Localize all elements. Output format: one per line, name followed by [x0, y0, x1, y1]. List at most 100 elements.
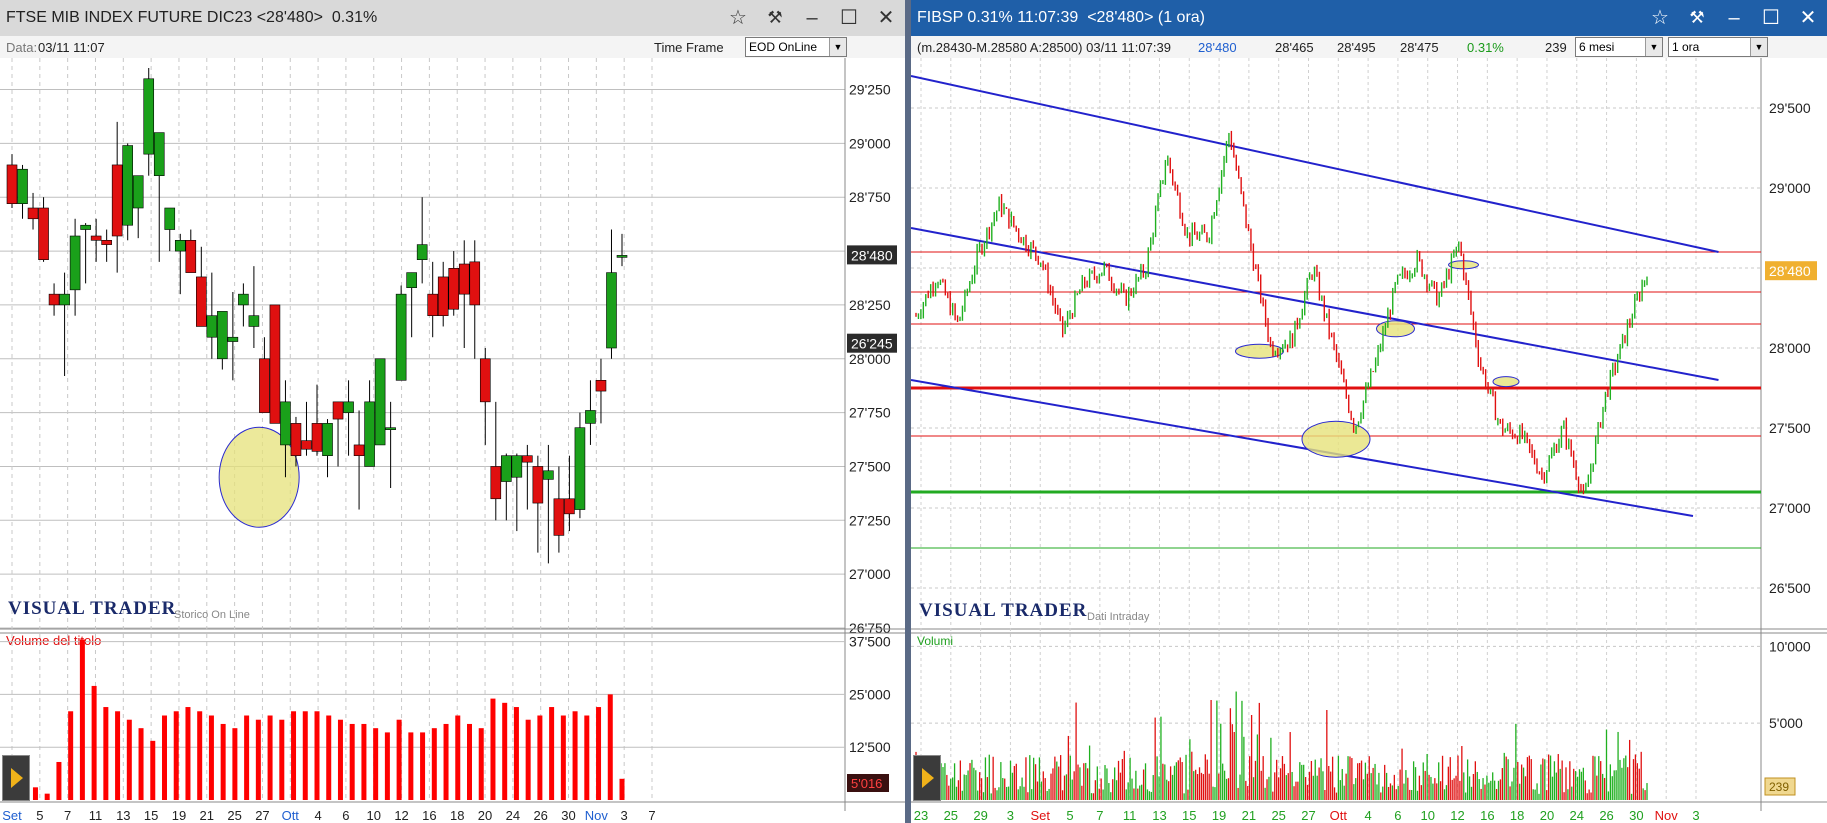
volume-bar — [232, 728, 238, 800]
volume-bar — [56, 761, 62, 800]
brand-logo: VISUAL TRADER — [8, 598, 176, 619]
chevron-down-icon[interactable]: ▼ — [829, 38, 846, 56]
candle-body — [227, 336, 239, 342]
candle-body — [217, 311, 228, 360]
highlight-ellipse — [1301, 420, 1371, 458]
candle-body — [458, 263, 470, 295]
candle-body — [585, 410, 596, 424]
volume-bar — [361, 723, 367, 800]
time-tick-label: Nov — [1655, 808, 1679, 823]
price-tick-label: 27'250 — [849, 512, 891, 528]
time-tick-label: 6 — [1394, 808, 1401, 823]
price-tick-label: 27'000 — [1769, 500, 1811, 516]
last-price-tag: 28'480 — [1769, 263, 1811, 279]
hammer-icon[interactable]: ⚒ — [1685, 6, 1709, 30]
quote-change: 0.31% — [1467, 40, 1504, 55]
timeframe-select[interactable]: EOD OnLine ▼ — [745, 37, 847, 57]
candle-body — [427, 293, 438, 316]
time-tick-label: 21 — [1242, 808, 1256, 823]
interval-value: 1 ora — [1672, 40, 1700, 54]
volume-bar — [572, 711, 578, 800]
volume-bar — [91, 685, 97, 800]
volume-bar — [68, 711, 74, 800]
close-icon[interactable]: ✕ — [874, 6, 898, 30]
right-titlebar[interactable]: FIBSP 0.31% 11:07:39 <28'480> (1 ora) ☆ … — [911, 0, 1827, 36]
candle-body — [132, 175, 144, 209]
brand-logo: VISUAL TRADER — [919, 600, 1087, 621]
time-tick-label: 24 — [1570, 808, 1584, 823]
price-tick-label: 28'250 — [849, 297, 891, 313]
time-tick-label: 7 — [648, 808, 655, 823]
time-tick-label: 3 — [1007, 808, 1014, 823]
minimize-icon[interactable]: ‒ — [1722, 6, 1746, 30]
time-tick-label: 20 — [1540, 808, 1554, 823]
maximize-icon[interactable]: ☐ — [1759, 6, 1783, 30]
chevron-down-icon[interactable]: ▼ — [1750, 38, 1767, 56]
volume-bar — [291, 711, 297, 800]
time-tick-label: 7 — [64, 808, 71, 823]
candle-body — [69, 235, 81, 291]
minimize-icon[interactable]: ‒ — [800, 6, 824, 30]
time-tick-label: Set — [1030, 808, 1050, 823]
volume-bar — [619, 778, 625, 800]
right-window-title: FIBSP 0.31% 11:07:39 <28'480> (1 ora) — [917, 9, 1205, 26]
candle-body — [322, 423, 333, 456]
left-titlebar[interactable]: FTSE MIB INDEX FUTURE DIC23 <28'480> 0.3… — [0, 0, 905, 36]
candle-body — [80, 224, 91, 230]
candle-body — [248, 315, 260, 327]
right-play-arrow-button[interactable] — [913, 755, 941, 801]
candle-body — [416, 244, 428, 260]
volume-tick-label: 5'000 — [1769, 715, 1803, 731]
left-play-arrow-button[interactable] — [2, 755, 30, 801]
volume-bar — [420, 732, 426, 800]
volume-bar — [150, 740, 156, 800]
right-price-chart[interactable]: 29'50029'00028'50028'00027'50027'00026'5… — [911, 58, 1827, 823]
close-icon[interactable]: ✕ — [1796, 6, 1820, 30]
time-tick-label: 27 — [1301, 808, 1315, 823]
time-tick-label: 25 — [227, 808, 241, 823]
candle-body — [301, 440, 312, 450]
volume-bar — [525, 719, 531, 800]
volume-bar — [384, 732, 390, 800]
quote-high: 28'495 — [1337, 40, 1376, 55]
time-tick-label: Ott — [1330, 808, 1348, 823]
candle-body — [196, 276, 207, 327]
chevron-down-icon[interactable]: ▼ — [1645, 38, 1662, 56]
time-tick-label: 4 — [1364, 808, 1371, 823]
candle-body — [448, 268, 460, 310]
candle-body — [311, 423, 323, 452]
volume-tick-label: 37'500 — [849, 634, 891, 650]
candle-body — [238, 293, 249, 306]
star-icon[interactable]: ☆ — [726, 6, 750, 30]
maximize-icon[interactable]: ☐ — [837, 6, 861, 30]
volume-bar — [537, 715, 543, 800]
candle-body — [90, 235, 102, 241]
volume-bar — [490, 698, 496, 800]
candle-body — [437, 276, 449, 316]
candle-body — [353, 444, 365, 456]
price-tick-label: 28'750 — [849, 189, 891, 205]
volume-bar — [584, 715, 590, 800]
volume-bar — [560, 715, 566, 800]
time-tick-label: 6 — [342, 808, 349, 823]
star-icon[interactable]: ☆ — [1648, 6, 1672, 30]
volume-bar — [607, 694, 613, 800]
interval-select[interactable]: 1 ora ▼ — [1668, 37, 1768, 57]
price-tick-label: 29'000 — [849, 135, 891, 151]
right-infobar: (m.28430-M.28580 A:28500) 03/11 11:07:39… — [911, 36, 1827, 59]
candle-body — [395, 293, 407, 381]
candle-body — [564, 498, 575, 515]
volume-bar — [185, 707, 191, 800]
time-tick-label: 3 — [621, 808, 628, 823]
candle-body — [38, 207, 49, 260]
period-select[interactable]: 6 mesi ▼ — [1575, 37, 1663, 57]
price-tick-label: 28'000 — [849, 351, 891, 367]
hammer-icon[interactable]: ⚒ — [763, 6, 787, 30]
volume-bar — [220, 723, 226, 800]
left-price-chart[interactable]: 29'25029'00028'75028'50028'25028'00027'7… — [0, 58, 905, 823]
time-tick-label: 11 — [1123, 808, 1137, 823]
volume-bar — [162, 715, 167, 800]
time-tick-label: 23 — [914, 808, 928, 823]
candle-body — [374, 358, 386, 446]
time-tick-label: 18 — [450, 808, 464, 823]
